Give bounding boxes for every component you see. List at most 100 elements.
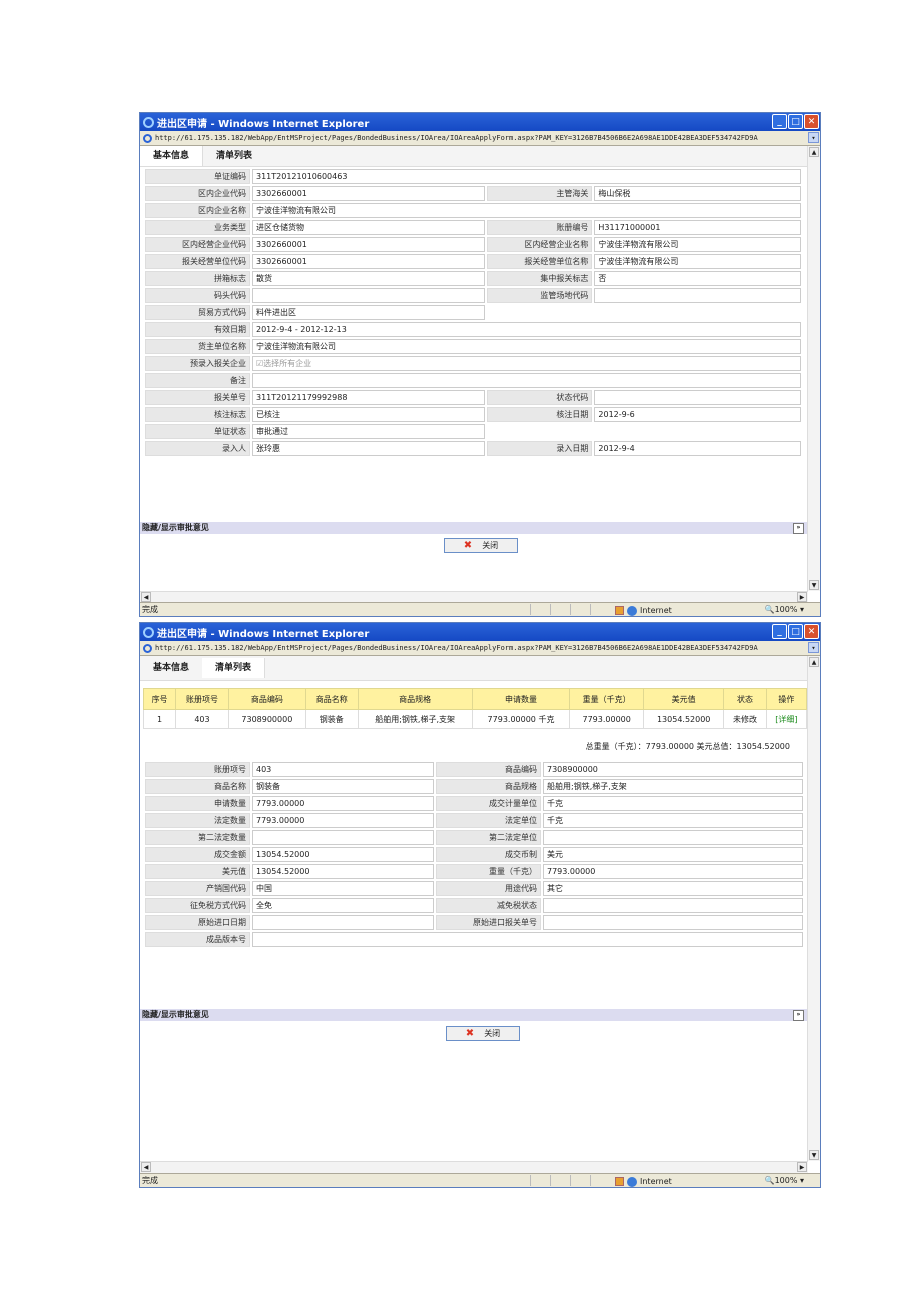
field-value[interactable]: 7308900000 [543,762,803,777]
form-row: 产销国代码 中国 用途代码 其它 [145,881,803,896]
chevron-down-icon[interactable]: ▾ [808,132,819,143]
field-value[interactable]: 13054.52000 [252,864,434,879]
form-row: 货主单位名称 宁波佳洋物流有限公司 [145,339,801,354]
address-bar[interactable]: http://61.175.135.182/WebApp/EntMSProjec… [140,641,820,656]
field-label: 核注标志 [145,407,250,422]
field-label: 货主单位名称 [145,339,250,354]
form-row: 备注 [145,373,801,388]
field-value[interactable]: 张玲惠 [252,441,486,456]
field-value[interactable]: 全免 [252,898,434,913]
maximize-button[interactable]: □ [788,624,803,639]
form-row: 法定数量 7793.00000 法定单位 千克 [145,813,803,828]
close-button[interactable]: ✖ 关闭 [444,538,518,553]
chevron-down-icon[interactable]: » [793,1010,804,1021]
field-value[interactable]: H31171000001 [594,220,801,235]
field-value[interactable]: 美元 [543,847,803,862]
field-value[interactable]: 7793.00000 [543,864,803,879]
field-value[interactable] [252,373,801,388]
field-value[interactable]: 否 [594,271,801,286]
scroll-left-icon[interactable]: ◀ [141,592,151,602]
field-value[interactable]: 梅山保税 [594,186,801,201]
close-window-button[interactable]: ✕ [804,624,819,639]
field-value[interactable] [543,915,803,930]
field-label: 商品名称 [145,779,250,794]
tab-list[interactable]: 清单列表 [203,146,265,166]
field-value[interactable] [594,390,801,405]
field-value[interactable]: 7793.00000 [252,796,434,811]
minimize-button[interactable]: _ [772,114,787,129]
url-text[interactable]: http://61.175.135.182/WebApp/EntMSProjec… [155,134,758,142]
field-value[interactable]: 散货 [252,271,486,286]
field-value[interactable]: 宁波佳洋物流有限公司 [594,254,801,269]
field-value[interactable]: 其它 [543,881,803,896]
field-value[interactable]: 13054.52000 [252,847,434,862]
field-value[interactable]: 2012-9-4 [594,441,801,456]
field-value[interactable]: ☑选择所有企业 [252,356,801,371]
field-value[interactable]: 钢装备 [252,779,434,794]
tab-list[interactable]: 清单列表 [202,658,266,678]
close-button[interactable]: ✖ 关闭 [446,1026,520,1041]
field-value[interactable] [252,288,486,303]
field-value[interactable]: 3302660001 [252,237,486,252]
field-value[interactable] [543,830,803,845]
field-value[interactable]: 宁波佳洋物流有限公司 [252,203,801,218]
zoom-level[interactable]: 🔍100% ▾ [765,603,804,616]
field-value[interactable]: 403 [252,762,434,777]
column-header: 美元值 [643,688,725,710]
field-value[interactable]: 进区仓储货物 [252,220,486,235]
field-value[interactable] [543,898,803,913]
maximize-button[interactable]: □ [788,114,803,129]
approval-toggle-bar[interactable]: 隐藏/显示审批意见 » [140,522,808,534]
chevron-down-icon[interactable]: » [793,523,804,534]
url-text[interactable]: http://61.175.135.182/WebApp/EntMSProjec… [155,644,758,652]
vertical-scrollbar[interactable]: ▲ ▼ [807,656,820,1161]
horizontal-scrollbar[interactable]: ◀ ▶ [140,1161,808,1173]
scroll-down-icon[interactable]: ▼ [809,1150,819,1160]
field-value[interactable]: 宁波佳洋物流有限公司 [252,339,801,354]
field-value[interactable]: 7793.00000 [252,813,434,828]
status-bar: 完成 Internet 🔍100% ▾ [140,1173,820,1187]
minimize-button[interactable]: _ [772,624,787,639]
field-value[interactable]: 船舶用;钢铁,梯子,支架 [543,779,803,794]
tab-basic-info[interactable]: 基本信息 [140,658,202,678]
field-value[interactable]: 宁波佳洋物流有限公司 [594,237,801,252]
form-row: 第二法定数量 第二法定单位 [145,830,803,845]
field-value[interactable] [252,932,803,947]
field-value[interactable]: 3302660001 [252,186,486,201]
scroll-up-icon[interactable]: ▲ [809,657,819,667]
field-value[interactable]: 3302660001 [252,254,486,269]
field-value[interactable]: 审批通过 [252,424,486,439]
scroll-up-icon[interactable]: ▲ [809,147,819,157]
field-value[interactable]: 千克 [543,813,803,828]
tab-basic-info[interactable]: 基本信息 [140,146,204,166]
scroll-right-icon[interactable]: ▶ [797,592,807,602]
scroll-right-icon[interactable]: ▶ [797,1162,807,1172]
status-text: 完成 [142,1176,158,1185]
field-value[interactable] [594,288,801,303]
field-value[interactable]: 311T20121179992988 [252,390,486,405]
field-value[interactable] [252,830,434,845]
field-value[interactable]: 中国 [252,881,434,896]
approval-toggle-bar[interactable]: 隐藏/显示审批意见 » [140,1009,808,1021]
close-window-button[interactable]: ✕ [804,114,819,129]
detail-link[interactable]: [详细] [765,709,808,729]
field-value[interactable]: 2012-9-6 [594,407,801,422]
table-row[interactable]: 1 403 7308900000 钢装备 船舶用;钢铁,梯子,支架 7793.00000 … [142,709,808,729]
ie-icon [143,626,154,638]
zoom-level[interactable]: 🔍100% ▾ [765,1174,804,1187]
form-row: 申请数量 7793.00000 成交计量单位 千克 [145,796,803,811]
field-value[interactable] [252,915,434,930]
table-cell: 钢装备 [304,709,359,729]
summary-line: 总重量（千克）：7793.00000 美元总值：13054.52000 [585,742,790,751]
field-value[interactable]: 已核注 [252,407,486,422]
scroll-left-icon[interactable]: ◀ [141,1162,151,1172]
vertical-scrollbar[interactable]: ▲ ▼ [807,146,820,591]
chevron-down-icon[interactable]: ▾ [808,642,819,653]
field-value[interactable]: 料件进出区 [252,305,486,320]
field-value[interactable]: 311T20121010600463 [252,169,801,184]
field-value[interactable]: 2012-9-4 - 2012-12-13 [252,322,801,337]
address-bar[interactable]: http://61.175.135.182/WebApp/EntMSProjec… [140,131,820,146]
scroll-down-icon[interactable]: ▼ [809,580,819,590]
form-row: 核注标志 已核注 核注日期 2012-9-6 [145,407,801,422]
field-value[interactable]: 千克 [543,796,803,811]
